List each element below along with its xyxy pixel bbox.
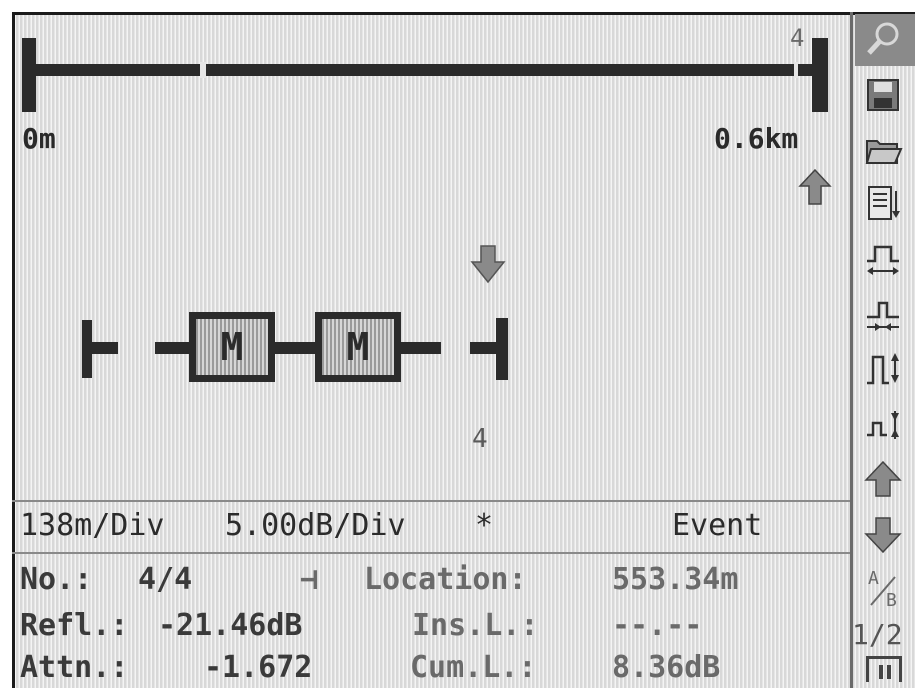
event-box-2-label: M	[346, 325, 370, 369]
save-icon[interactable]	[860, 72, 906, 118]
pulse-narrow-icon[interactable]	[860, 292, 906, 338]
page-indicator[interactable]: 1/2	[852, 618, 903, 651]
page-icon[interactable]	[866, 656, 902, 682]
fiber-end-marker[interactable]	[496, 318, 508, 380]
event-box-1-label: M	[220, 325, 244, 369]
event-number-value: 4/4	[138, 562, 193, 597]
event-number-label: No.:	[20, 562, 93, 597]
overview-end-label: 0.6km	[714, 122, 799, 155]
info-top-divider	[12, 552, 850, 554]
reflectance-label: Refl.:	[20, 608, 129, 643]
pulse-up-icon[interactable]	[860, 346, 906, 392]
fiber-segment-2	[275, 342, 319, 354]
insertion-loss-value: --.--	[612, 608, 703, 643]
event-box-1[interactable]: M	[189, 312, 275, 382]
end-event-number: 4	[472, 424, 488, 454]
overview-event-number: 4	[790, 24, 805, 52]
vertical-scale: 5.00dB/Div	[225, 508, 406, 543]
event-box-2[interactable]: M	[315, 312, 401, 382]
status-top-divider	[12, 500, 850, 502]
ab-label-b: B	[886, 590, 897, 611]
arrow-up-icon[interactable]	[860, 456, 906, 502]
location-label: Location:	[364, 562, 527, 597]
display-mode[interactable]: Event	[672, 508, 762, 543]
overview-fiber-line	[22, 64, 820, 76]
open-folder-icon[interactable]	[860, 126, 906, 172]
zoom-icon[interactable]	[860, 16, 906, 62]
event-cursor-down-arrow-icon	[470, 245, 506, 284]
fiber-segment-1	[155, 342, 193, 354]
insertion-loss-label: Ins.L.:	[412, 608, 539, 643]
pulse-down-icon[interactable]	[860, 402, 906, 448]
location-value: 553.34m	[612, 562, 739, 597]
cumulative-loss-label: Cum.L.:	[410, 650, 537, 685]
report-icon[interactable]	[860, 180, 906, 226]
attenuation-value: -1.672	[204, 650, 313, 685]
ab-cursor-icon[interactable]: A B	[860, 568, 906, 614]
horizontal-scale: 138m/Div	[20, 508, 165, 543]
fiber-start-stub	[82, 342, 118, 354]
event-type-icon: ⊣	[300, 562, 319, 597]
overview-up-arrow-icon[interactable]	[798, 168, 832, 206]
overview-start-label: 0m	[22, 122, 56, 155]
scale-marker: *	[475, 508, 494, 543]
cumulative-loss-value: 8.36dB	[612, 650, 721, 685]
pulse-widen-icon[interactable]	[860, 236, 906, 282]
overview-end-notch	[794, 62, 798, 78]
overview-event-gap	[200, 62, 206, 78]
attenuation-label: Attn.:	[20, 650, 129, 685]
fiber-segment-3	[401, 342, 441, 354]
overview-end-marker	[812, 38, 828, 112]
toolbar-divider	[850, 12, 853, 688]
reflectance-value: -21.46dB	[158, 608, 303, 643]
arrow-down-icon[interactable]	[860, 512, 906, 558]
